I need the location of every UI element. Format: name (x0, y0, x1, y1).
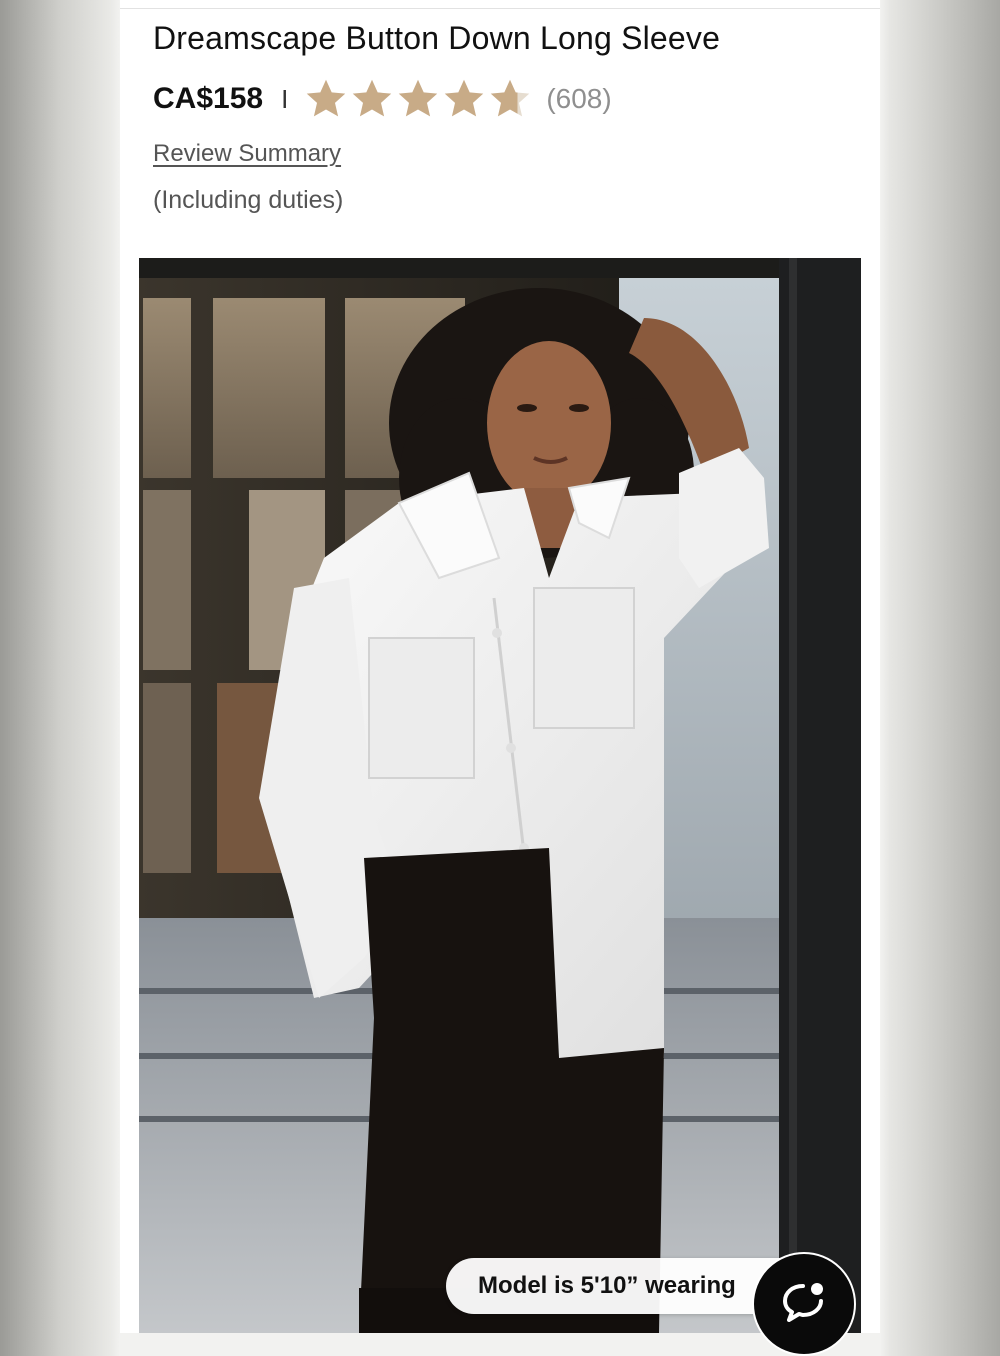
price-rating-row: CA$158 I (608) (153, 74, 612, 124)
chat-button[interactable] (752, 1252, 856, 1356)
top-divider (120, 8, 880, 9)
star-rating[interactable]: (608) (304, 77, 612, 121)
review-summary-link[interactable]: Review Summary (153, 140, 341, 168)
price-separator: I (281, 83, 289, 114)
star-icon (491, 79, 530, 117)
star-icon (353, 79, 392, 117)
review-count[interactable]: (608) (546, 83, 611, 115)
star-icon (307, 79, 346, 117)
model-photo-illustration (139, 258, 861, 1333)
product-title: Dreamscape Button Down Long Sleeve (153, 20, 721, 56)
duties-note: (Including duties) (153, 186, 344, 214)
product-photo[interactable] (139, 258, 861, 1333)
product-page: Dreamscape Button Down Long Sleeve CA$15… (120, 0, 880, 1333)
chat-bubble-icon (783, 1283, 823, 1322)
star-icon (445, 79, 484, 117)
product-price: CA$158 (153, 82, 264, 115)
star-icon (399, 79, 438, 117)
model-info-text: Model is 5'10” wearing (478, 1272, 736, 1299)
